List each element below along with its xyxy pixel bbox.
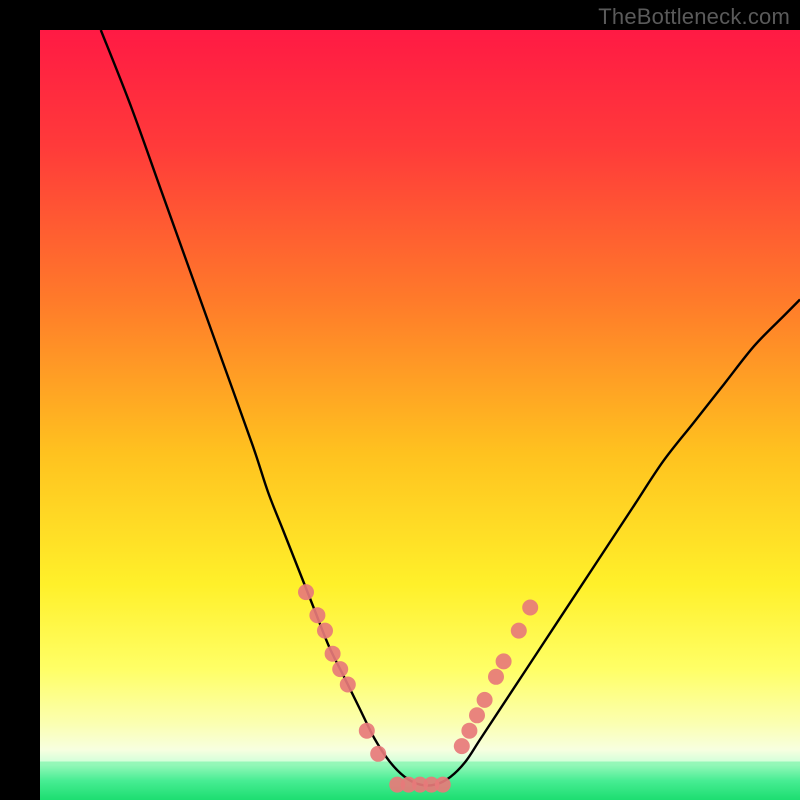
plot-area (40, 30, 800, 800)
marker-dot (477, 692, 493, 708)
marker-dot (317, 623, 333, 639)
gradient-background (40, 30, 800, 800)
marker-dot (435, 777, 451, 793)
chart-svg (40, 30, 800, 800)
chart-frame: TheBottleneck.com (0, 0, 800, 800)
marker-dot (325, 646, 341, 662)
watermark-label: TheBottleneck.com (598, 4, 790, 30)
marker-dot (522, 600, 538, 616)
marker-dot (469, 707, 485, 723)
valley-marker-group (389, 777, 451, 793)
marker-dot (496, 653, 512, 669)
marker-dot (461, 723, 477, 739)
marker-dot (359, 723, 375, 739)
marker-dot (370, 746, 386, 762)
marker-dot (488, 669, 504, 685)
marker-dot (511, 623, 527, 639)
marker-dot (332, 661, 348, 677)
marker-dot (309, 607, 325, 623)
marker-dot (454, 738, 470, 754)
marker-dot (340, 677, 356, 693)
marker-dot (298, 584, 314, 600)
